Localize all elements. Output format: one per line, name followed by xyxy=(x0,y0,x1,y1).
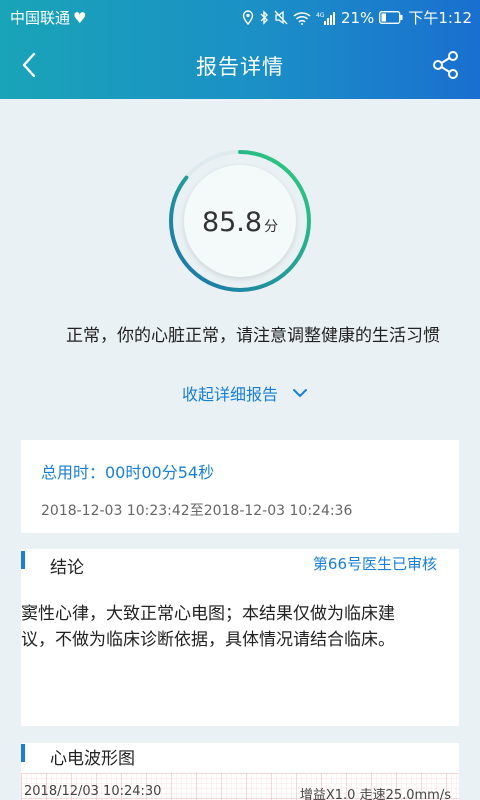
signal-icon: 4G xyxy=(316,11,336,25)
collapse-label: 收起详细报告 xyxy=(181,385,278,404)
conclusion-text: 窦性心律，大致正常心电图；本结果仅做为临床建 议，不做为临床诊断依据，具体情况请… xyxy=(21,601,459,653)
app-header: 中国联通 ♥ 4G 21% 下午1:12 报告详情 xyxy=(0,0,480,99)
carrier-label: 中国联通 xyxy=(10,9,71,27)
page-title: 报告详情 xyxy=(196,55,284,79)
ecg-card: 心电波形图 2018/12/03 10:24:30 增益X1.0 走速25.0m… xyxy=(21,743,459,800)
clock: 下午1:12 xyxy=(408,9,472,27)
section-marker xyxy=(21,551,25,569)
time-range: 2018-12-03 10:23:42至2018-12-03 10:24:36 xyxy=(41,503,353,519)
status-icons: 4G 21% 下午1:12 xyxy=(242,7,472,28)
battery-percent: 21% xyxy=(340,8,375,27)
conclusion-line-2: 议，不做为临床诊断依据，具体情况请结合临床。 xyxy=(21,630,395,650)
share-icon xyxy=(433,51,458,79)
location-icon xyxy=(242,10,254,25)
bluetooth-icon xyxy=(259,10,269,25)
ecg-gain-speed: 增益X1.0 走速25.0mm/s xyxy=(299,788,451,800)
conclusion-card: 结论 第66号医生已审核 窦性心律，大致正常心电图；本结果仅做为临床建 议，不做… xyxy=(21,549,459,726)
heart-icon: ♥ xyxy=(73,8,87,27)
mute-icon xyxy=(274,10,288,25)
health-summary: 正常，你的心脏正常，请注意调整健康的生活习惯 xyxy=(66,326,440,346)
reviewer-badge: 第66号医生已审核 xyxy=(312,555,437,573)
carrier-info: 中国联通 ♥ xyxy=(10,7,86,28)
conclusion-title: 结论 xyxy=(50,558,84,578)
status-bar: 中国联通 ♥ 4G 21% 下午1:12 xyxy=(0,0,480,33)
duration-card: 总用时：00时00分54秒 2018-12-03 10:23:42至2018-1… xyxy=(21,440,459,533)
chevron-down-icon xyxy=(293,389,307,398)
ecg-timestamp: 2018/12/03 10:24:30 xyxy=(24,784,162,799)
score-value: 85.8 xyxy=(201,207,263,238)
svg-text:4G: 4G xyxy=(316,12,325,19)
ecg-title: 心电波形图 xyxy=(50,749,135,769)
collapse-report-button[interactable]: 收起详细报告 xyxy=(0,381,480,405)
section-marker xyxy=(21,744,25,762)
nav-bar: 报告详情 xyxy=(0,33,480,99)
battery-icon xyxy=(379,11,403,24)
conclusion-line-1: 窦性心律，大致正常心电图；本结果仅做为临床建 xyxy=(21,604,395,624)
wifi-icon xyxy=(293,11,311,25)
total-duration: 总用时：00时00分54秒 xyxy=(41,463,215,482)
score-unit: 分 xyxy=(264,219,279,235)
score-display: 85.8 分 xyxy=(0,207,480,238)
share-button[interactable] xyxy=(430,49,462,81)
